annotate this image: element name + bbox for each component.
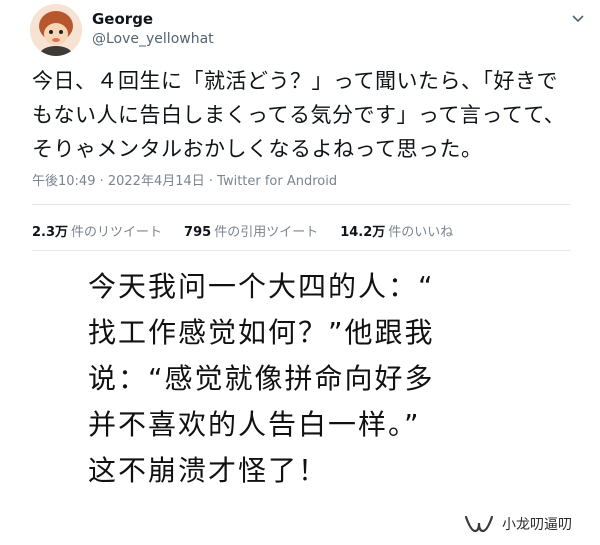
tweet-stats: 2.3万 件のリツイート 795 件の引用ツイート 14.2万 件のいいね bbox=[32, 221, 453, 240]
chevron-down-icon[interactable] bbox=[571, 12, 585, 26]
cartoon-avatar-icon bbox=[30, 4, 82, 56]
wechat-channel-icon bbox=[464, 515, 494, 533]
tweet-text: 今日、４回生に「就活どう？」って聞いたら、「好きでもない人に告白しまくってる気分… bbox=[32, 69, 566, 161]
like-stat[interactable]: 14.2万 件のいいね bbox=[340, 221, 453, 240]
retweet-stat[interactable]: 2.3万 件のリツイート bbox=[32, 221, 162, 240]
watermark-text: 小龙叨逼叨 bbox=[502, 517, 572, 533]
quote-stat[interactable]: 795 件の引用ツイート bbox=[184, 221, 318, 240]
retweet-count: 2.3万 bbox=[32, 225, 69, 240]
like-label: 件のいいね bbox=[388, 225, 454, 240]
display-name[interactable]: George bbox=[92, 10, 153, 28]
caption-line: 今天我问一个大四的人：“ bbox=[88, 270, 435, 303]
like-count: 14.2万 bbox=[340, 225, 386, 240]
quote-label: 件の引用ツイート bbox=[214, 225, 319, 240]
retweet-label: 件のリツイート bbox=[71, 225, 163, 240]
caption-line: 说：“感觉就像拼命向好多 bbox=[88, 362, 435, 395]
divider bbox=[32, 250, 570, 251]
quote-count: 795 bbox=[184, 225, 212, 240]
tweet-timestamp[interactable]: 午後10:49 · 2022年4月14日 · Twitter for Andro… bbox=[32, 170, 337, 189]
divider bbox=[32, 204, 570, 205]
caption-line: 并不喜欢的人告白一样。” bbox=[88, 408, 421, 441]
caption-line: 这不崩溃才怪了！ bbox=[88, 454, 329, 487]
translation-caption: 今天我问一个大四的人：“ 找工作感觉如何？”他跟我 说：“感觉就像拼命向好多 并… bbox=[88, 264, 528, 494]
watermark: 小龙叨逼叨 bbox=[464, 513, 572, 535]
caption-line: 找工作感觉如何？”他跟我 bbox=[88, 316, 435, 349]
user-handle[interactable]: @Love_yellowhat bbox=[92, 31, 214, 47]
avatar[interactable] bbox=[30, 4, 82, 56]
